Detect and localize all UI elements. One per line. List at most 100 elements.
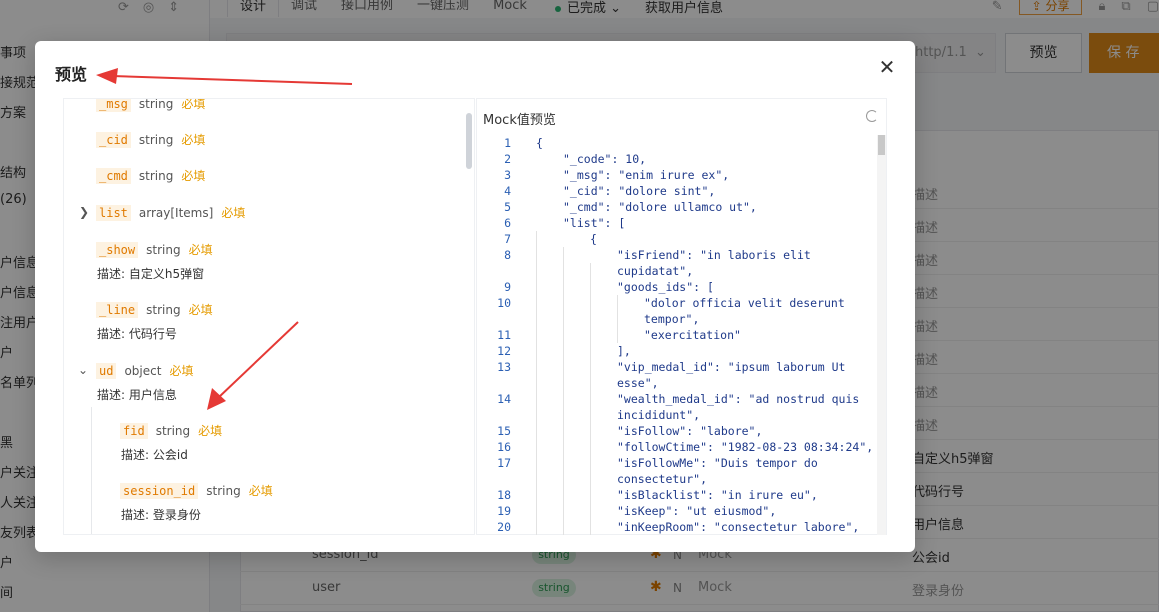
schema-scrollbar[interactable]: [466, 113, 472, 169]
line-number: 14: [497, 392, 511, 406]
required-label: 必填: [188, 243, 213, 257]
code-text: "isFriend": "in laboris elit: [617, 248, 811, 262]
indent-guide: [617, 295, 618, 343]
code-text: "_code": 10,: [563, 152, 647, 166]
indent-guide: [536, 231, 537, 535]
line-number: 18: [497, 488, 511, 502]
preview-modal: 预览 ✕ _msg string 必填 _cid string 必填 _cmd strin…: [35, 41, 915, 552]
code-text: {: [536, 136, 543, 150]
close-icon[interactable]: ✕: [877, 57, 897, 77]
field-name: fid: [120, 423, 148, 439]
field-type: string: [138, 133, 174, 147]
line-number: 9: [504, 280, 511, 294]
code-text: "wealth_medal_id": "ad nostrud quis: [617, 392, 860, 406]
field-type: string: [206, 484, 241, 498]
line-number: 19: [497, 504, 511, 518]
code-text: esse",: [617, 376, 659, 390]
field-cid: _cid string 必填: [96, 131, 205, 148]
mock-code[interactable]: 1 {2 "_code": 10, 3 "_msg": "enim irure ex",…: [477, 135, 879, 535]
code-text: {: [590, 232, 597, 246]
line-number: 2: [504, 152, 511, 166]
required-label: 必填: [198, 424, 223, 438]
indent-guide: [590, 263, 591, 535]
field-name: _cid: [96, 132, 131, 148]
code-text: "isFollowMe": "Duis tempor do: [617, 456, 818, 470]
line-number: 7: [504, 232, 511, 246]
field-name: _cmd: [96, 168, 131, 184]
line-number: 13: [497, 360, 511, 374]
line-number: 10: [497, 296, 511, 310]
required-label: 必填: [248, 484, 273, 498]
line-number: 3: [504, 168, 511, 182]
field-description: 描述: 登录身份: [121, 508, 201, 522]
code-text: "dolor officia velit deserunt: [644, 296, 845, 310]
field-name: _line: [96, 302, 139, 318]
code-text: "inKeepRoom": "consectetur labore",: [617, 520, 860, 534]
code-text: cupidatat",: [617, 264, 694, 278]
code-text: consectetur",: [617, 472, 708, 486]
field-name: list: [96, 205, 131, 221]
line-number: 20: [497, 520, 511, 534]
field-name: _msg: [96, 99, 131, 112]
refresh-icon[interactable]: [866, 110, 878, 122]
field-type: array[Items]: [138, 206, 214, 220]
field-list: list array[Items] 必填: [96, 204, 245, 221]
field-description: 描述: 用户信息: [97, 388, 177, 402]
code-scroll-thumb[interactable]: [878, 135, 885, 155]
line-number: 5: [504, 200, 511, 214]
field-name: session_id: [120, 483, 199, 499]
code-text: "_cmd": "dolore ullamco ut",: [563, 200, 757, 214]
code-text: "_msg": "enim irure ex",: [563, 168, 730, 182]
code-text: "_cid": "dolore sint",: [563, 184, 716, 198]
chevron-right-icon[interactable]: ❯: [79, 205, 89, 219]
line-number: 8: [504, 248, 511, 262]
line-number: 15: [497, 424, 511, 438]
field-show: _show string 必填: [96, 241, 213, 258]
required-label: 必填: [169, 364, 194, 378]
code-text: "vip_medal_id": "ipsum laborum Ut: [617, 360, 846, 374]
field-description: 描述: 公会id: [121, 448, 188, 462]
field-type: string: [146, 243, 181, 257]
field-type: string: [146, 303, 181, 317]
code-text: "followCtime": "1982-08-23 08:34:24",: [617, 440, 874, 454]
field-type: object: [124, 364, 162, 378]
field-session-id: session_id string 必填: [120, 482, 273, 499]
code-scrollbar[interactable]: [877, 135, 886, 535]
required-label: 必填: [181, 98, 206, 111]
field-description: 描述: 自定义h5弹窗: [97, 267, 205, 281]
indent-guide: [563, 247, 564, 535]
code-text: "exercitation": [644, 328, 741, 342]
code-text: incididunt",: [617, 408, 701, 422]
field-ud: ud object 必填: [96, 362, 193, 379]
code-text: "isFollow": "labore",: [617, 424, 763, 438]
line-number: 16: [497, 440, 511, 454]
field-name: _show: [96, 242, 139, 258]
line-number: 17: [497, 456, 511, 470]
field-type: string: [155, 424, 191, 438]
tree-indent-line: [91, 407, 92, 534]
code-text: "goods_ids": [: [617, 280, 714, 294]
line-number: 12: [497, 344, 511, 358]
code-text: "list": [: [563, 216, 626, 230]
line-number: 6: [504, 216, 511, 230]
mock-panel: Mock值预览 1 {2 "_code": 10, 3 "_msg": "enim ir…: [476, 98, 887, 535]
schema-panel: _msg string 必填 _cid string 必填 _cmd string 必填 ❯…: [63, 98, 475, 535]
code-text: tempor",: [644, 312, 700, 326]
field-type: string: [138, 169, 174, 183]
line-number: 1: [504, 136, 511, 150]
required-label: 必填: [181, 133, 206, 147]
field-msg: _msg string 必填: [96, 98, 206, 112]
chevron-down-icon[interactable]: ⌄: [78, 363, 88, 377]
mock-title: Mock值预览: [483, 113, 556, 128]
required-label: 必填: [188, 303, 213, 317]
field-name: ud: [96, 363, 117, 379]
code-text: "isKeep": "ut eiusmod",: [617, 504, 777, 518]
required-label: 必填: [181, 169, 206, 183]
code-text: ],: [617, 344, 631, 358]
field-line: _line string 必填: [96, 301, 213, 318]
line-number: 11: [497, 328, 511, 342]
field-cmd: _cmd string 必填: [96, 167, 205, 184]
line-number: 4: [504, 184, 511, 198]
required-label: 必填: [221, 206, 246, 220]
field-type: string: [138, 98, 174, 111]
